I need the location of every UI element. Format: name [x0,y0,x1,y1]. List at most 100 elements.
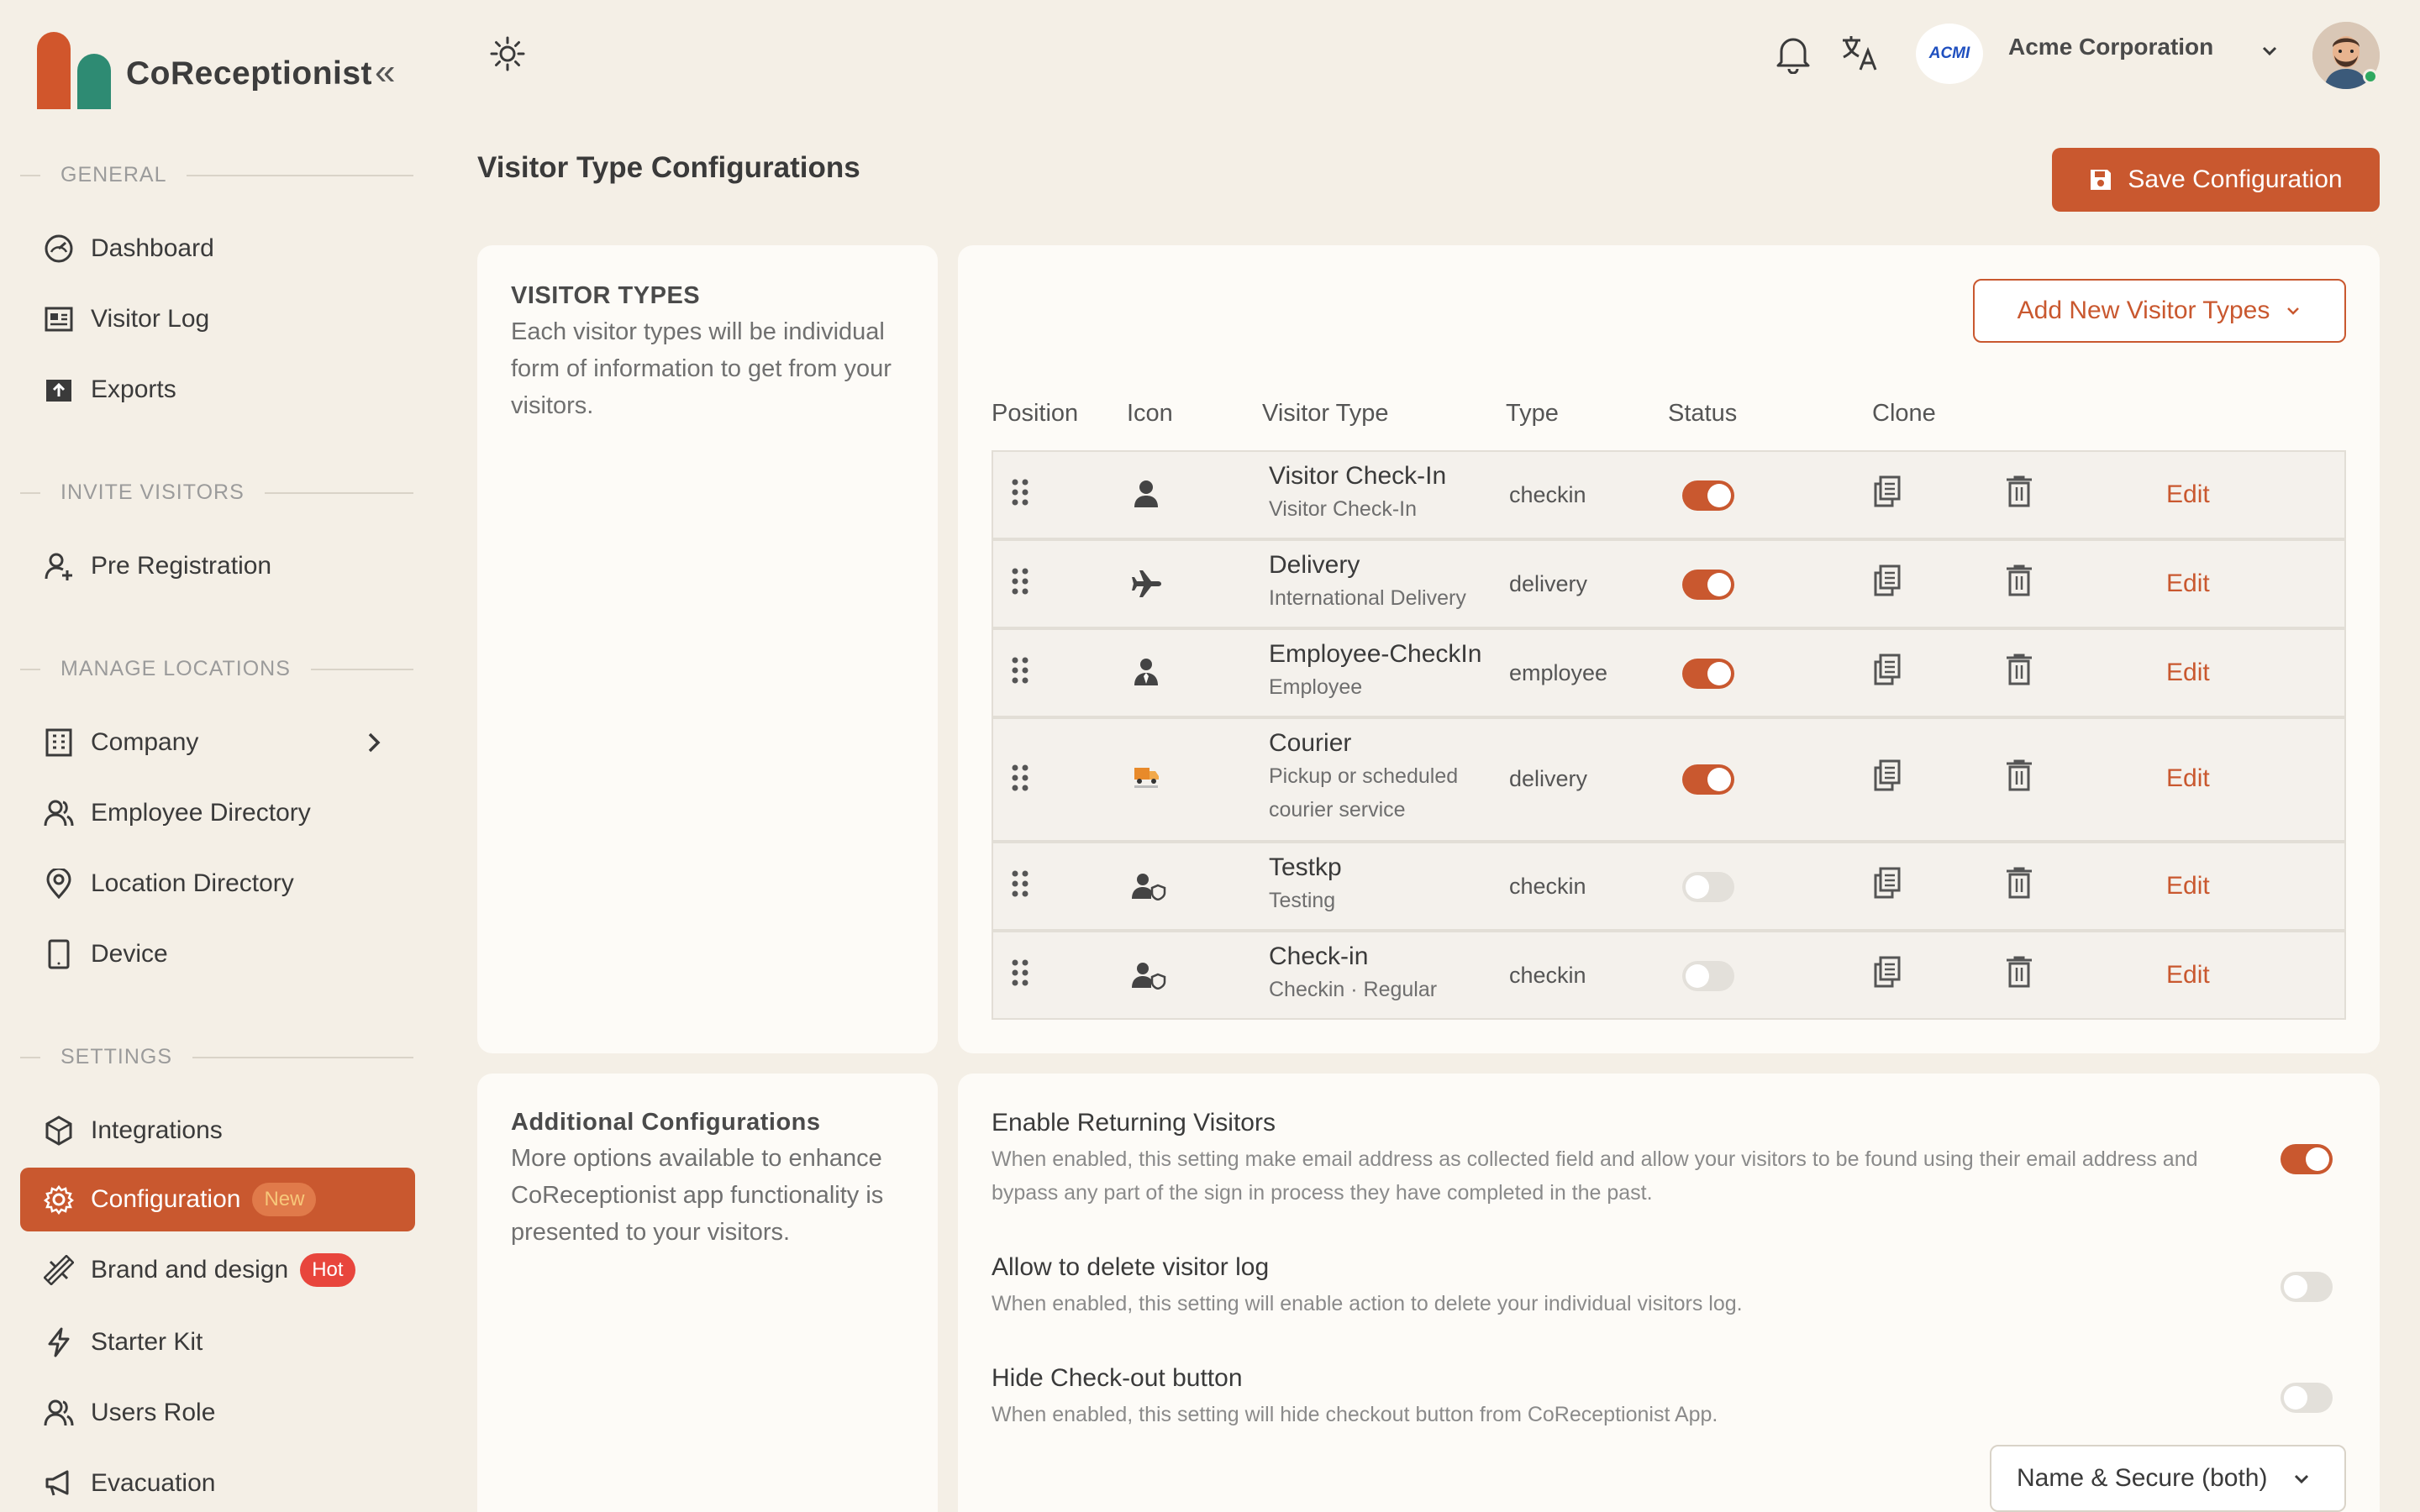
edit-link[interactable]: Edit [2166,480,2210,509]
app-name: CoReceptionist [126,55,373,92]
clone-icon[interactable] [1872,867,1901,899]
column-header-status: Status [1668,400,1738,427]
clone-icon[interactable] [1872,475,1901,507]
sidebar-item-exports[interactable]: Exports [20,358,415,422]
sidebar-item-starter-kit[interactable]: Starter Kit [20,1310,415,1374]
visitor-type-name: Courier [1269,729,1352,757]
delete-trash-icon[interactable] [2005,654,2033,685]
chevron-down-icon [2285,302,2302,319]
sidebar-item-dashboard[interactable]: Dashboard [20,217,415,281]
hot-badge: Hot [300,1253,355,1287]
delete-trash-icon[interactable] [2005,759,2033,791]
clone-icon[interactable] [1872,759,1901,791]
additional-configurations-description: More options available to enhance CoRece… [511,1145,884,1246]
collapse-sidebar-icon[interactable]: « [375,54,395,91]
sidebar-item-visitor-log[interactable]: Visitor Log [20,287,415,351]
drag-handle-icon[interactable] [1010,958,1030,988]
visitor-type-category: employee [1509,660,1608,685]
theme-toggle-sun-icon[interactable] [489,35,526,72]
drag-handle-icon[interactable] [1010,655,1030,685]
table-row: Testkp Testing checkin Edit [992,842,2346,931]
notification-bell-icon[interactable] [1775,34,1812,74]
logo-mark [37,32,113,109]
visitor-type-subtitle: Testing [1269,889,1336,912]
table-row: Visitor Check-In Visitor Check-In checki… [992,450,2346,539]
sidebar-item-label: Employee Directory [91,799,311,827]
delete-trash-icon[interactable] [2005,867,2033,899]
sidebar-item-users-role[interactable]: Users Role [20,1381,415,1445]
airplane-icon [1131,570,1163,598]
clone-icon[interactable] [1872,564,1901,596]
clone-icon[interactable] [1872,956,1901,988]
users-icon [42,796,76,830]
column-header-position: Position [992,400,1079,427]
megaphone-icon [42,1467,76,1500]
sidebar-item-label: Configuration [91,1185,241,1213]
save-configuration-button[interactable]: Save Configuration [2052,148,2380,212]
returning-visitors-toggle[interactable] [2281,1144,2333,1174]
edit-link[interactable]: Edit [2166,961,2210,990]
chevron-down-icon [2292,1470,2311,1488]
sidebar-item-company[interactable]: Company [20,711,415,774]
delete-trash-icon[interactable] [2005,564,2033,596]
visitor-type-subtitle: Employee [1269,675,1363,699]
drag-handle-icon[interactable] [1010,566,1030,596]
option-delete-visitor-log-description: When enabled, this setting will enable a… [992,1292,1743,1315]
visitor-type-category: checkin [1509,482,1586,507]
visitor-type-subtitle: Visitor Check-In [1269,497,1417,521]
verification-mode-select[interactable]: Name & Secure (both) [1990,1445,2346,1512]
sidebar-item-device[interactable]: Device [20,922,415,986]
sidebar-item-location-directory[interactable]: Location Directory [20,852,415,916]
delete-trash-icon[interactable] [2005,475,2033,507]
section-settings: SETTINGS [20,1045,413,1069]
add-new-visitor-types-button[interactable]: Add New Visitor Types [1973,279,2346,343]
delete-visitor-log-toggle[interactable] [2281,1272,2333,1302]
visitor-type-name: Check-in [1269,942,1369,970]
sidebar-item-employee-directory[interactable]: Employee Directory [20,781,415,845]
drag-handle-icon[interactable] [1010,763,1030,793]
table-row: Employee-CheckIn Employee employee Edit [992,628,2346,717]
sidebar-item-brand-and-design[interactable]: Brand and design Hot [20,1238,415,1302]
sidebar-item-configuration[interactable]: Configuration New [20,1168,415,1231]
dashboard-icon [42,232,76,265]
app-logo[interactable]: CoReceptionist [37,32,372,109]
new-badge: New [252,1183,317,1216]
sidebar: CoReceptionist « GENERAL Dashboard Visit… [0,0,437,1512]
visitor-type-category: checkin [1509,874,1586,899]
sidebar-item-pre-registration[interactable]: Pre Registration [20,534,415,598]
drag-handle-icon[interactable] [1010,869,1030,899]
column-header-icon: Icon [1127,400,1173,427]
status-toggle[interactable] [1682,872,1734,902]
sidebar-item-integrations[interactable]: Integrations [20,1099,415,1163]
delete-trash-icon[interactable] [2005,956,2033,988]
additional-configurations-info-card: Additional Configurations More options a… [477,1074,938,1512]
edit-link[interactable]: Edit [2166,570,2210,598]
sidebar-item-label: Brand and design [91,1256,289,1284]
sidebar-item-label: Location Directory [91,869,294,897]
sidebar-item-label: Device [91,940,168,968]
hide-checkout-toggle[interactable] [2281,1383,2333,1413]
page-title: Visitor Type Configurations [477,151,860,184]
gear-icon [42,1183,76,1216]
sidebar-item-label: Company [91,728,199,756]
visitor-type-category: delivery [1509,571,1588,596]
additional-configurations-heading: Additional Configurations [511,1109,821,1136]
edit-link[interactable]: Edit [2166,659,2210,687]
visitor-type-category: delivery [1509,766,1588,791]
status-toggle[interactable] [1682,480,1734,511]
chevron-down-icon[interactable] [2260,42,2279,60]
edit-link[interactable]: Edit [2166,764,2210,793]
status-toggle[interactable] [1682,659,1734,689]
visitor-type-subtitle: Pickup or scheduled courier service [1269,764,1459,822]
sidebar-item-evacuation[interactable]: Evacuation [20,1452,415,1512]
company-logo: ACMI [1916,24,1983,84]
status-toggle[interactable] [1682,764,1734,795]
edit-link[interactable]: Edit [2166,872,2210,900]
status-toggle[interactable] [1682,961,1734,991]
translate-icon[interactable] [1840,34,1879,72]
clone-icon[interactable] [1872,654,1901,685]
company-switcher[interactable]: Acme Corporation [2008,34,2213,60]
option-returning-visitors-description: When enabled, this setting make email ad… [992,1147,2198,1205]
drag-handle-icon[interactable] [1010,477,1030,507]
status-toggle[interactable] [1682,570,1734,600]
